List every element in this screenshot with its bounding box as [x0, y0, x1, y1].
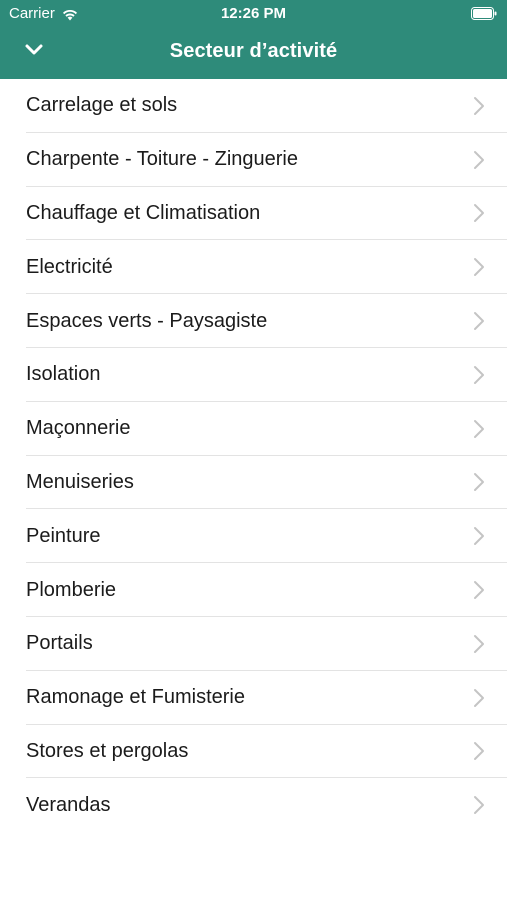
list-item-label: Charpente - Toiture - Zinguerie	[26, 148, 298, 171]
list-item-label: Isolation	[26, 363, 101, 386]
list-item[interactable]: Charpente - Toiture - Zinguerie	[0, 133, 507, 187]
list-item[interactable]: Portails	[0, 617, 507, 671]
navigation-bar: Secteur d’activité	[0, 28, 507, 79]
chevron-right-icon	[474, 688, 484, 707]
list-item-label: Electricité	[26, 255, 113, 278]
list-item[interactable]: Chauffage et Climatisation	[0, 187, 507, 241]
status-time: 12:26 PM	[220, 5, 287, 22]
chevron-right-icon	[474, 258, 484, 277]
list-item[interactable]: Isolation	[0, 348, 507, 402]
app-screen: Carrier 12:26 PM Secteur d’activité Carr…	[0, 0, 507, 900]
list-item-label: Stores et pergolas	[26, 739, 189, 762]
list-item[interactable]: Maçonnerie	[0, 402, 507, 456]
chevron-right-icon	[474, 796, 484, 815]
status-bar: Carrier 12:26 PM	[0, 0, 507, 28]
list-item[interactable]: Plomberie	[0, 563, 507, 617]
list-item[interactable]: Electricité	[0, 240, 507, 294]
list-item[interactable]: Carrelage et sols	[0, 79, 507, 133]
sector-list: Carrelage et sols Charpente - Toiture - Z…	[0, 79, 507, 832]
chevron-right-icon	[474, 634, 484, 653]
list-item[interactable]: Stores et pergolas	[0, 725, 507, 779]
list-item-label: Maçonnerie	[26, 417, 131, 440]
list-item[interactable]: Menuiseries	[0, 456, 507, 510]
chevron-right-icon	[474, 365, 484, 384]
chevron-right-icon	[474, 204, 484, 223]
header: Carrier 12:26 PM Secteur d’activité	[0, 0, 507, 79]
page-title: Secteur d’activité	[169, 40, 338, 62]
chevron-right-icon	[474, 150, 484, 169]
list-item-label: Plomberie	[26, 578, 117, 601]
chevron-right-icon	[474, 581, 484, 600]
battery-icon	[471, 7, 497, 20]
chevron-right-icon	[474, 419, 484, 438]
list-item-label: Ramonage et Fumisterie	[26, 686, 245, 709]
list-item[interactable]: Peinture	[0, 509, 507, 563]
chevron-right-icon	[474, 96, 484, 115]
list-item[interactable]: Verandas	[0, 778, 507, 832]
chevron-right-icon	[474, 473, 484, 492]
list-item-label: Chauffage et Climatisation	[26, 201, 261, 224]
list-item-label: Portails	[26, 632, 93, 655]
list-item[interactable]: Ramonage et Fumisterie	[0, 671, 507, 725]
list-item-label: Verandas	[26, 793, 111, 816]
list-item-label: Carrelage et sols	[26, 94, 178, 117]
list-item-label: Menuiseries	[26, 470, 134, 493]
chevron-right-icon	[474, 312, 484, 331]
chevron-right-icon	[474, 742, 484, 761]
list-item-label: Peinture	[26, 524, 101, 547]
list-item-label: Espaces verts - Paysagiste	[26, 309, 268, 332]
chevron-right-icon	[474, 527, 484, 546]
list-item[interactable]: Espaces verts - Paysagiste	[0, 294, 507, 348]
